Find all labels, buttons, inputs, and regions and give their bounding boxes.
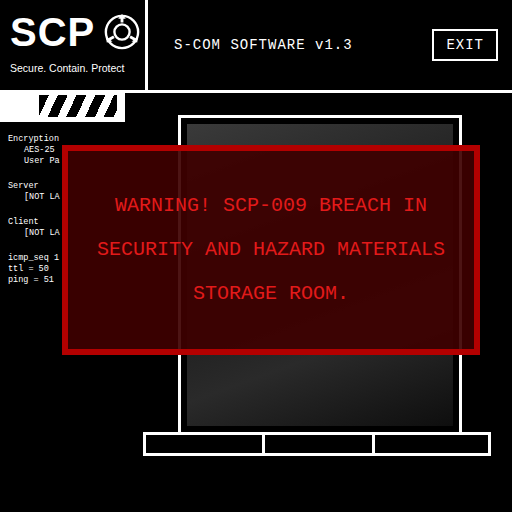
sidebar-text: Client — [8, 217, 39, 227]
top-bar: SCPSecure. Contain. ProtectS-COM SOFTWAR… — [0, 0, 512, 90]
sidebar-text: [NOT LA — [24, 228, 60, 238]
control-box[interactable] — [265, 432, 375, 456]
sidebar-text: ping = 51 — [8, 275, 54, 285]
sidebar-text: Server — [8, 181, 39, 191]
alert-message: WARNING! SCP-009 BREACH IN SECURITY AND … — [82, 184, 460, 316]
scp-logo: SCP Secure. Contain. Protect — [0, 0, 148, 90]
hazard-stripes-icon — [39, 95, 117, 117]
exit-button[interactable]: EXIT — [432, 29, 498, 61]
scp-emblem-icon — [103, 13, 141, 51]
sidebar-line: Encryption — [8, 134, 125, 145]
sidebar-text: User Pa — [24, 156, 60, 166]
header-title: S-COM SOFTWARE v1.3 — [174, 37, 353, 53]
control-boxes — [143, 432, 491, 456]
control-box[interactable] — [143, 432, 265, 456]
sidebar-text: Encryption — [8, 134, 59, 144]
sidebar-text: ttl = 50 — [8, 264, 49, 274]
sidebar-text: icmp_seq 1 — [8, 253, 59, 263]
logo-row: SCP — [10, 8, 145, 56]
sidebar-text: AES-25 — [24, 145, 55, 155]
header-bar: S-COM SOFTWARE v1.3 EXIT — [148, 0, 512, 90]
logo-tagline: Secure. Contain. Protect — [10, 62, 145, 74]
control-box[interactable] — [375, 432, 491, 456]
sidebar-text: [NOT LA — [24, 192, 60, 202]
breach-alert: WARNING! SCP-009 BREACH IN SECURITY AND … — [62, 145, 480, 355]
stripe-strip — [0, 90, 125, 122]
logo-title: SCP — [10, 8, 95, 56]
